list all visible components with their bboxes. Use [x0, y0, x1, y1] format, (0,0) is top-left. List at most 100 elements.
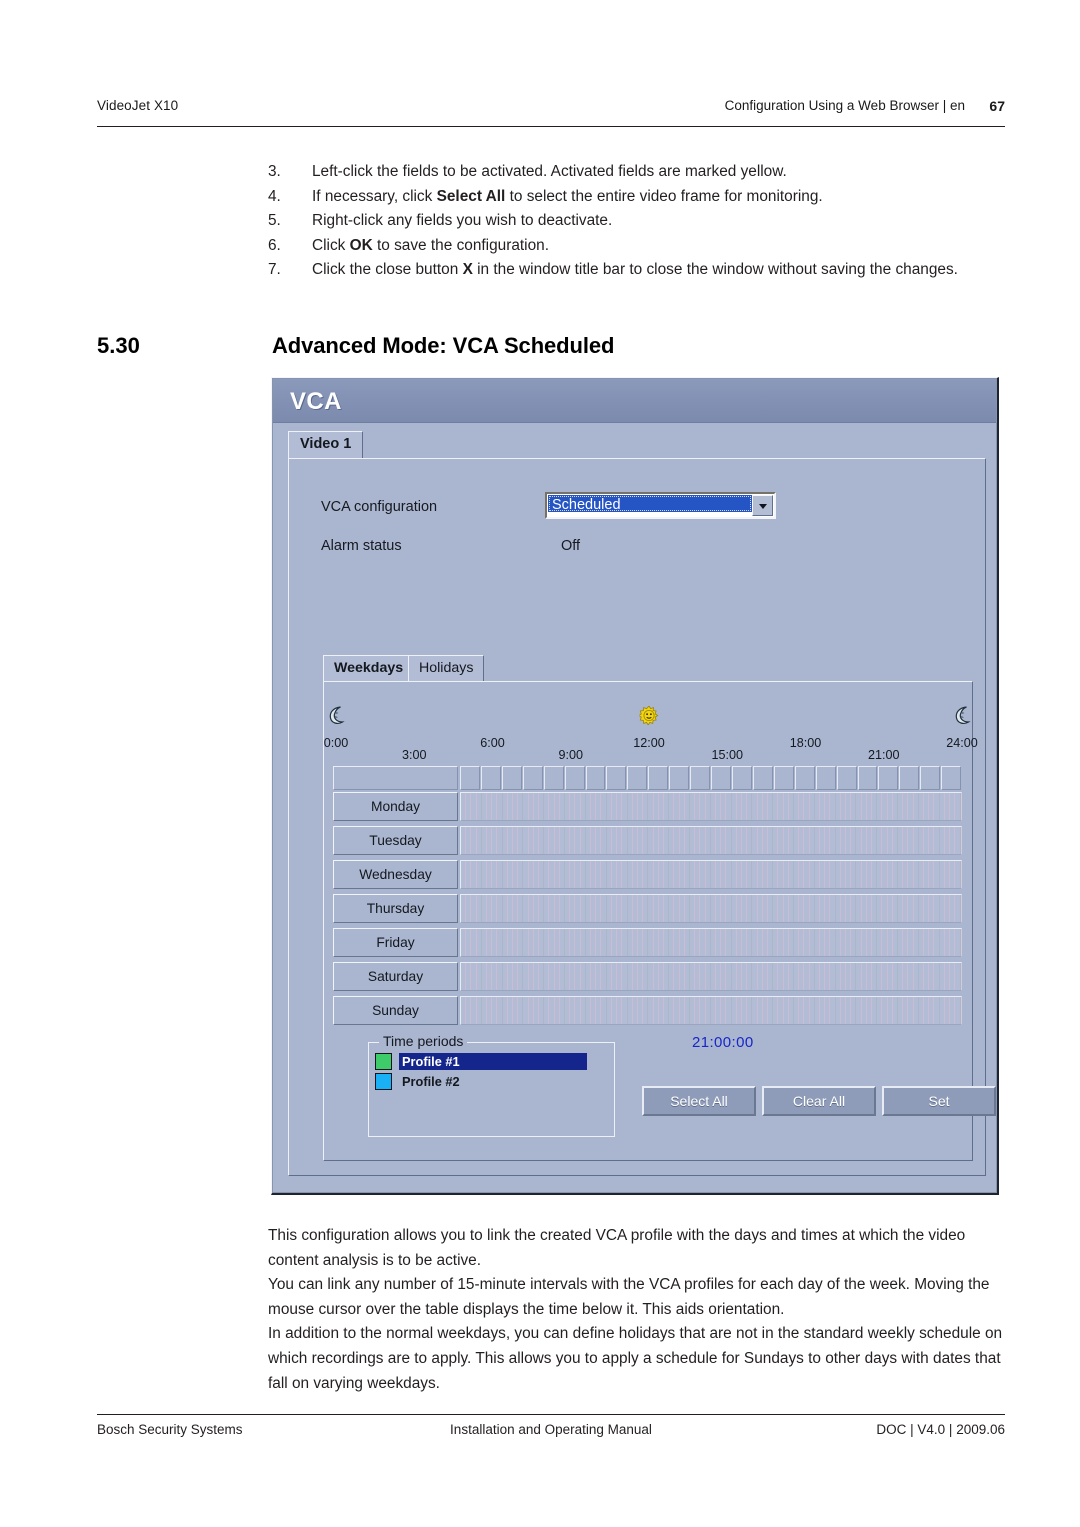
hour-header-cell[interactable]: [501, 766, 522, 790]
hour-header-cell[interactable]: [460, 766, 480, 790]
step-number: 4.: [268, 187, 281, 205]
interval-cell[interactable]: [955, 963, 961, 990]
instruction-step: 4. If necessary, click Select All to sele…: [268, 185, 1008, 210]
day-interval-cells[interactable]: [460, 962, 962, 991]
hour-header-cell[interactable]: [773, 766, 794, 790]
hour-header-cell[interactable]: [669, 766, 690, 790]
body-paragraph: You can link any number of 15-minute int…: [268, 1276, 990, 1318]
header-page-number: 67: [989, 98, 1005, 114]
schedule-day-row: Friday: [333, 928, 962, 961]
alarm-status-label: Alarm status: [321, 538, 402, 554]
day-interval-cells[interactable]: [460, 894, 962, 923]
section-title: Advanced Mode: VCA Scheduled: [272, 333, 615, 358]
interval-cell[interactable]: [955, 929, 961, 956]
body-paragraphs: This configuration allows you to link th…: [268, 1224, 1008, 1396]
interval-cell[interactable]: [955, 997, 961, 1024]
day-button-thursday[interactable]: Thursday: [333, 894, 458, 923]
time-axis-tick-label: 9:00: [558, 748, 584, 762]
step-number: 6.: [268, 236, 281, 254]
vca-title-bar: VCA: [273, 379, 996, 423]
instruction-step: 5. Right-click any fields you wish to dea…: [268, 209, 1008, 234]
day-interval-cells[interactable]: [460, 826, 962, 855]
hour-header-cell[interactable]: [752, 766, 773, 790]
time-axis-tick-label: 21:00: [867, 748, 900, 762]
hour-header-cell[interactable]: [920, 766, 941, 790]
profile-1-label: Profile #1: [399, 1052, 587, 1070]
hour-header-cell[interactable]: [711, 766, 731, 790]
hour-header-cell[interactable]: [731, 766, 752, 790]
time-readout: 21:00:00: [692, 1034, 754, 1051]
tab-video-1[interactable]: Video 1: [288, 431, 364, 459]
hour-header-cell[interactable]: [815, 766, 836, 790]
day-button-wednesday[interactable]: Wednesday: [333, 860, 458, 889]
step-text: Click OK to save the configuration.: [312, 236, 549, 254]
schedule-day-row: Tuesday: [333, 826, 962, 859]
hour-header-cell[interactable]: [648, 766, 669, 790]
clear-all-button[interactable]: Clear All: [762, 1086, 876, 1116]
day-interval-cells[interactable]: [460, 928, 962, 957]
hour-header-cell[interactable]: [794, 766, 815, 790]
set-button[interactable]: Set: [882, 1086, 996, 1116]
select-all-button[interactable]: Select All: [642, 1086, 756, 1116]
hour-header-cell[interactable]: [480, 766, 501, 790]
schedule-day-row: Sunday: [333, 996, 962, 1029]
profile-1-color-swatch: [375, 1052, 392, 1070]
profile-2-label: Profile #2: [402, 1073, 460, 1089]
interval-cell[interactable]: [955, 793, 961, 820]
hour-header-cell[interactable]: [878, 766, 899, 790]
schedule-grid-header-row: [333, 766, 962, 790]
step-emphasis: Select All: [436, 187, 506, 205]
tab-holidays[interactable]: Holidays: [408, 655, 485, 682]
vca-configuration-select[interactable]: Scheduled: [545, 492, 776, 519]
schedule-day-row: Thursday: [333, 894, 962, 927]
chevron-down-icon[interactable]: [752, 495, 773, 516]
hour-header-cells: [460, 766, 962, 790]
hour-header-cell[interactable]: [522, 766, 543, 790]
schedule-day-row: Wednesday: [333, 860, 962, 893]
footer-company: Bosch Security Systems: [97, 1422, 243, 1437]
instruction-step-list: 3. Left-click the fields to be activated.…: [268, 160, 1008, 283]
day-button-sunday[interactable]: Sunday: [333, 996, 458, 1025]
day-button-monday[interactable]: Monday: [333, 792, 458, 821]
section-number: 5.30: [97, 333, 140, 358]
hour-header-cell[interactable]: [564, 766, 585, 790]
schedule-grid-corner-cell: [333, 766, 458, 790]
step-emphasis: X: [462, 261, 473, 279]
time-axis-tick-label: 3:00: [401, 748, 427, 762]
day-button-friday[interactable]: Friday: [333, 928, 458, 957]
day-button-tuesday[interactable]: Tuesday: [333, 826, 458, 855]
hour-header-cell[interactable]: [585, 766, 606, 790]
time-axis-tick-label: 12:00: [633, 736, 665, 750]
time-axis-tick-label: 0:00: [323, 736, 349, 750]
hour-header-cell[interactable]: [690, 766, 711, 790]
interval-cell[interactable]: [955, 827, 961, 854]
schedule-grid[interactable]: Monday Tuesday Wednesday Thursday Friday Satu…: [333, 766, 962, 1032]
tab-weekdays[interactable]: Weekdays: [323, 655, 415, 682]
hour-header-cell[interactable]: [857, 766, 878, 790]
vca-dialog-window: VCA Video 1 VCA configuration Scheduled …: [271, 377, 999, 1195]
hour-header-cell[interactable]: [941, 766, 962, 790]
time-axis-tick-label: 18:00: [789, 736, 822, 750]
hour-header-cell[interactable]: [627, 766, 648, 790]
schedule-day-row: Saturday: [333, 962, 962, 995]
hour-header-cell[interactable]: [836, 766, 857, 790]
sun-icon: [639, 706, 659, 725]
day-button-saturday[interactable]: Saturday: [333, 962, 458, 991]
vca-configuration-selected-value: Scheduled: [548, 495, 752, 512]
page-footer: Bosch Security Systems Installation and …: [97, 1422, 1005, 1446]
list-item-profile-1[interactable]: Profile #1: [375, 1052, 587, 1070]
day-interval-cells[interactable]: [460, 860, 962, 889]
interval-cell[interactable]: [955, 861, 961, 888]
footer-manual-title: Installation and Operating Manual: [450, 1422, 652, 1437]
hour-header-cell[interactable]: [899, 766, 920, 790]
step-number: 7.: [268, 261, 281, 279]
hour-header-cell[interactable]: [606, 766, 627, 790]
day-interval-cells[interactable]: [460, 996, 962, 1025]
schedule-action-buttons: Select All Clear All Set: [642, 1086, 996, 1116]
time-periods-group-title: Time periods: [379, 1033, 468, 1049]
hour-header-cell[interactable]: [543, 766, 564, 790]
list-item-profile-2[interactable]: Profile #2: [375, 1072, 465, 1090]
day-interval-cells[interactable]: [460, 792, 962, 821]
interval-cell[interactable]: [955, 895, 961, 922]
time-periods-group: Time periods Profile #1 Profile #2: [368, 1033, 615, 1137]
